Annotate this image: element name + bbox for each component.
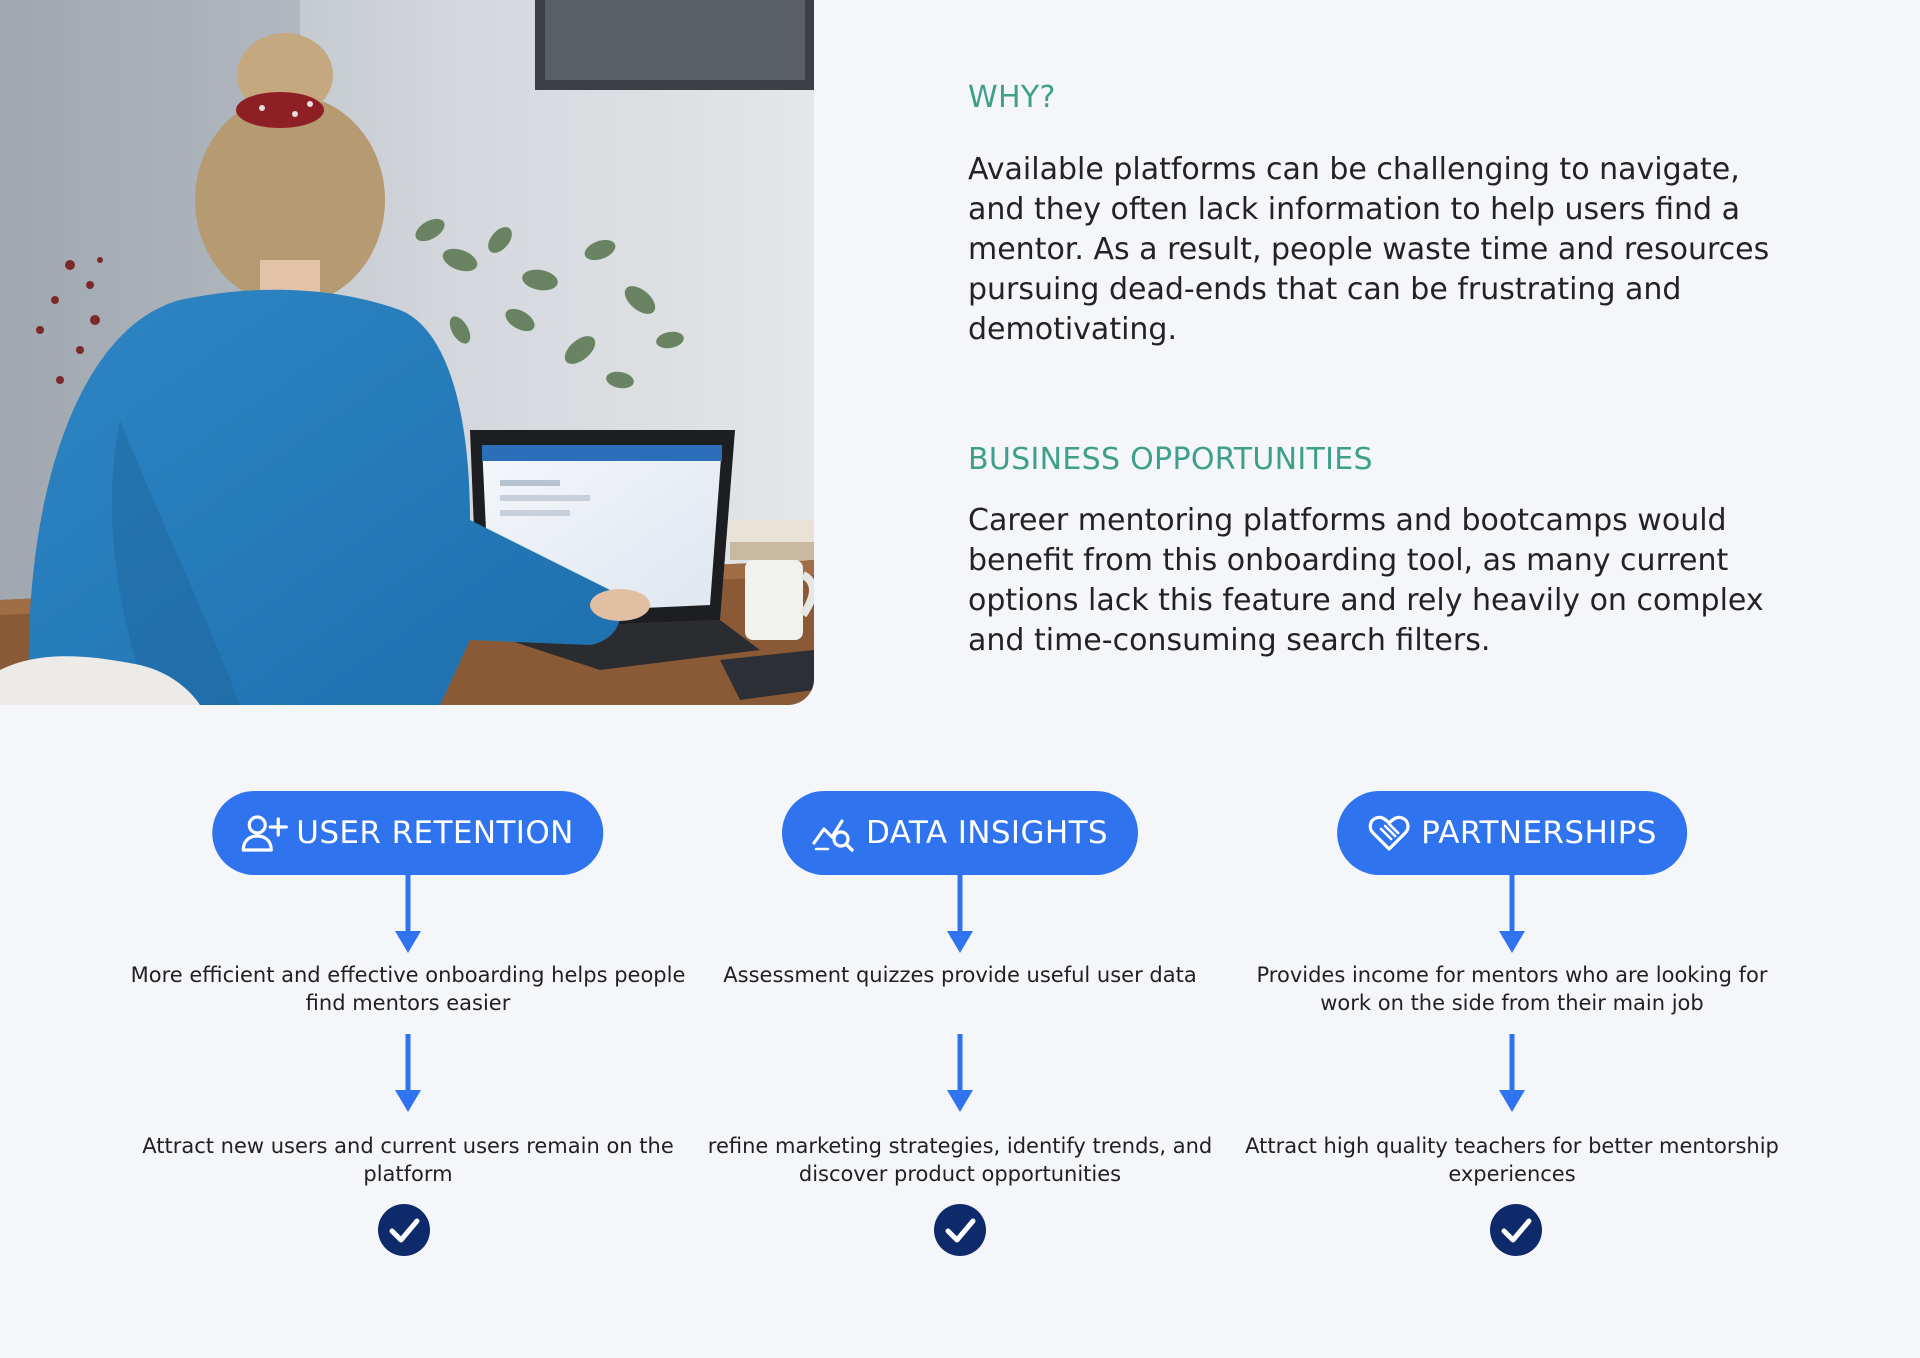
down-arrow-icon bbox=[395, 875, 421, 953]
user-retention-label: USER RETENTION bbox=[296, 815, 574, 851]
down-arrow-icon bbox=[947, 1034, 973, 1112]
partnerships-label: PARTNERSHIPS bbox=[1421, 815, 1657, 851]
data-insights-step-1: Assessment quizzes provide useful user d… bbox=[723, 963, 1197, 987]
check-circle-icon bbox=[1490, 1204, 1542, 1256]
user-plus-icon bbox=[240, 813, 288, 853]
data-insights-step-2: refine marketing strategies, identify tr… bbox=[707, 1134, 1213, 1186]
check-circle-icon bbox=[934, 1204, 986, 1256]
partnerships-column: PARTNERSHIPS Provides income for mentors… bbox=[1232, 791, 1792, 1271]
data-insights-label: DATA INSIGHTS bbox=[865, 815, 1109, 851]
down-arrow-icon bbox=[1499, 875, 1525, 953]
partnerships-step-2: Attract high quality teachers for better… bbox=[1245, 1134, 1779, 1186]
why-body-text: Available platforms can be challenging t… bbox=[968, 152, 1770, 347]
down-arrow-icon bbox=[395, 1034, 421, 1112]
woman-at-laptop-photo bbox=[0, 0, 814, 705]
data-insights-column: DATA INSIGHTS Assessment quizzes provide… bbox=[680, 791, 1240, 1271]
why-heading: WHY? bbox=[968, 80, 1056, 115]
handshake-icon bbox=[1365, 813, 1413, 853]
user-retention-step-2: Attract new users and current users rema… bbox=[142, 1134, 674, 1186]
check-circle-icon bbox=[378, 1204, 430, 1256]
business-opportunities-heading: BUSINESS OPPORTUNITIES bbox=[968, 442, 1373, 477]
partnerships-step-1: Provides income for mentors who are look… bbox=[1256, 963, 1768, 1015]
down-arrow-icon bbox=[947, 875, 973, 953]
business-opportunities-body-text: Career mentoring platforms and bootcamps… bbox=[968, 503, 1764, 658]
data-insights-pill: DATA INSIGHTS bbox=[781, 791, 1139, 875]
user-retention-pill: USER RETENTION bbox=[212, 791, 604, 875]
user-retention-step-1: More efficient and effective onboarding … bbox=[130, 963, 686, 1015]
chart-search-icon bbox=[810, 813, 858, 853]
hero-photo bbox=[0, 0, 814, 705]
user-retention-column: USER RETENTION More efficient and effect… bbox=[128, 791, 688, 1271]
down-arrow-icon bbox=[1499, 1034, 1525, 1112]
partnerships-pill: PARTNERSHIPS bbox=[1337, 791, 1687, 875]
